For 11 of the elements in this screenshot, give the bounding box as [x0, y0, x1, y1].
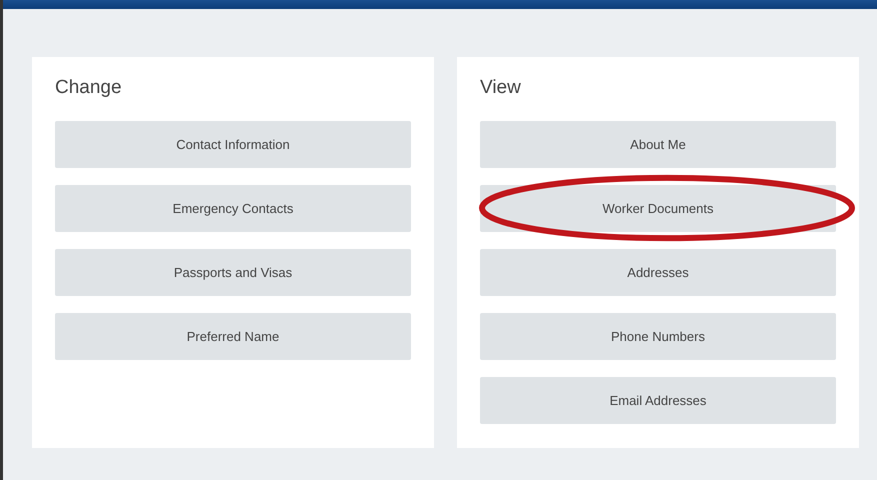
action-button[interactable]: Contact Information [55, 121, 411, 168]
action-button[interactable]: Passports and Visas [55, 249, 411, 296]
action-button[interactable]: Phone Numbers [480, 313, 836, 360]
action-button[interactable]: Emergency Contacts [55, 185, 411, 232]
panel-title: View [480, 77, 522, 100]
action-button[interactable]: Email Addresses [480, 377, 836, 424]
panel-title: Change [55, 77, 123, 100]
action-button[interactable]: Preferred Name [55, 313, 411, 360]
action-button[interactable]: About Me [480, 121, 836, 168]
action-button[interactable]: Worker Documents [480, 185, 836, 232]
action-button[interactable]: Addresses [480, 249, 836, 296]
